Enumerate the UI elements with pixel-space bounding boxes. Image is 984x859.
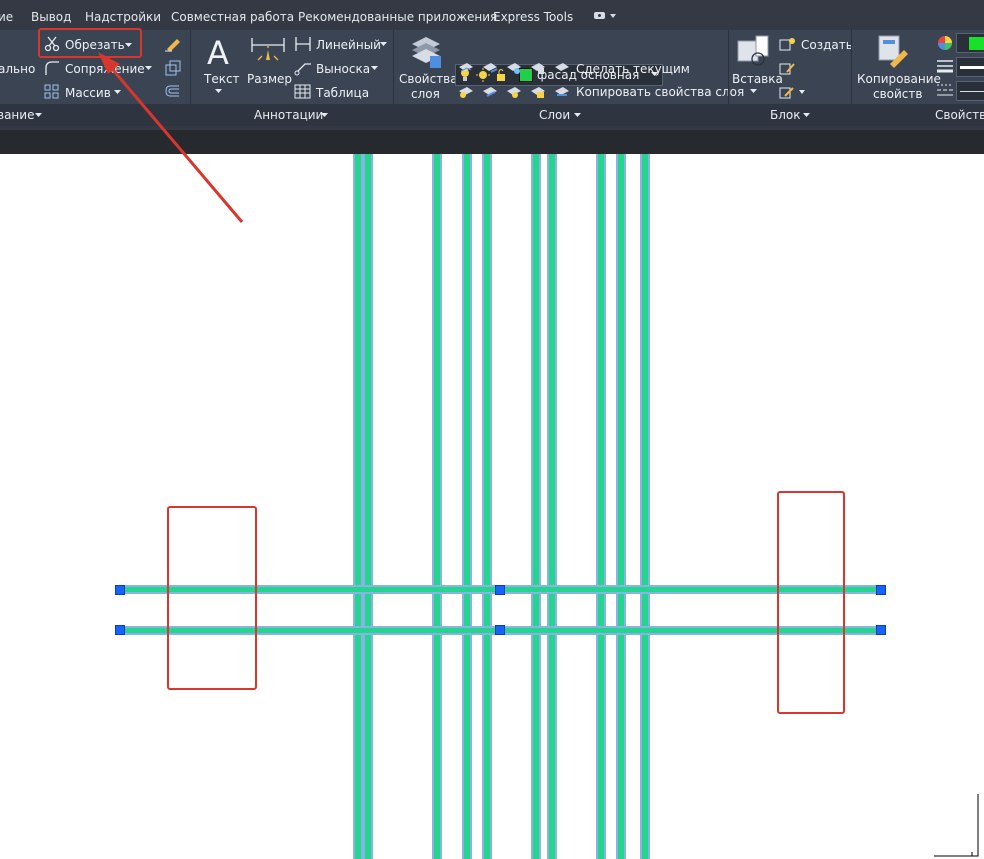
workspace-switch-icon[interactable] [593, 11, 617, 21]
layer-properties-label-1: Свойства [399, 72, 458, 86]
grip-midpoint[interactable] [495, 585, 505, 595]
chevron-down-icon [750, 89, 757, 93]
chevron-down-icon[interactable] [380, 42, 387, 47]
layers-panel-title[interactable]: Слои [539, 108, 570, 122]
linetype-icon [937, 84, 953, 96]
insert-button[interactable]: Вставка [732, 34, 783, 98]
match-properties-icon [878, 35, 908, 68]
block-panel-title[interactable]: Блок [770, 108, 801, 122]
chevron-down-icon[interactable] [371, 66, 378, 71]
linetype-dropdown[interactable] [956, 81, 984, 101]
wall-line-vertical[interactable] [596, 154, 606, 859]
drawing-canvas[interactable] [0, 154, 984, 859]
grip-midpoint[interactable] [495, 625, 505, 635]
create-block-label[interactable]: Создать [801, 38, 853, 52]
grip-endpoint[interactable] [115, 625, 125, 635]
wall-line-vertical[interactable] [616, 154, 626, 859]
grip-endpoint[interactable] [876, 585, 886, 595]
annotation-arrow [98, 52, 244, 223]
match-properties-label-1: Копирование [857, 72, 941, 86]
table-label[interactable]: Таблица [316, 86, 369, 100]
wall-line-vertical[interactable] [353, 154, 363, 859]
dimension-icon [251, 38, 285, 61]
grip-endpoint[interactable] [115, 585, 125, 595]
match-properties-label-2: свойств [873, 87, 923, 101]
wall-line-vertical[interactable] [640, 154, 650, 859]
make-current-label[interactable]: Сделать текущим [576, 62, 690, 76]
linear-label[interactable]: Линейный [316, 38, 381, 52]
modify-partial-label: ально [0, 62, 36, 76]
array-icon [44, 84, 59, 99]
menu-item-addins[interactable]: Надстройки [85, 10, 161, 24]
table-icon [294, 84, 311, 99]
highlight-box-left [167, 506, 257, 690]
linear-dim-icon [295, 37, 311, 51]
lineweight-preview [960, 66, 984, 69]
wall-line-vertical[interactable] [363, 154, 373, 859]
lineweight-icon [937, 60, 953, 73]
properties-color-swatch [969, 37, 984, 50]
create-block-icon [779, 38, 795, 51]
color-dropdown[interactable] [956, 33, 984, 53]
lineweight-dropdown[interactable] [956, 57, 984, 77]
dimension-label: Размер [247, 72, 293, 86]
menu-item-output[interactable]: Вывод [31, 10, 71, 24]
annotation-panel-title[interactable]: Аннотации [254, 108, 323, 122]
chevron-down-icon[interactable] [803, 113, 810, 118]
leader-label[interactable]: Выноска [316, 62, 370, 76]
chevron-down-icon[interactable] [321, 113, 328, 118]
dimension-button[interactable]: Размер [246, 34, 293, 98]
menu-bar: ие Вывод Надстройки Совместная работа Ре… [0, 0, 984, 30]
menu-item-express-tools[interactable]: Express Tools [493, 10, 573, 24]
wall-line-vertical[interactable] [547, 154, 557, 859]
insert-label: Вставка [732, 72, 783, 86]
menu-item-view[interactable]: ие [0, 10, 13, 24]
insert-block-icon [737, 35, 769, 66]
wall-line-vertical[interactable] [482, 154, 492, 859]
chevron-down-icon[interactable] [574, 113, 581, 118]
modify-panel-title[interactable]: вание [0, 108, 34, 122]
ucs-axis-icon [934, 794, 979, 857]
highlight-box-right [777, 491, 845, 714]
copy-layer-props-label[interactable]: Копировать свойства слоя [576, 85, 744, 99]
menu-item-featured-apps[interactable]: Рекомендованные приложения [298, 10, 497, 24]
properties-panel-title[interactable]: Свойства [935, 108, 984, 122]
linetype-preview [960, 91, 984, 92]
leader-icon [294, 63, 311, 76]
layer-properties-icon [412, 37, 441, 68]
menu-item-collaborate[interactable]: Совместная работа [171, 10, 294, 24]
layer-properties-button[interactable]: Свойства слоя [398, 34, 458, 102]
edit-block-icon[interactable] [779, 60, 797, 76]
layer-tools-row1-icons[interactable] [457, 58, 569, 76]
color-wheel-icon[interactable] [936, 34, 954, 52]
grip-endpoint[interactable] [876, 625, 886, 635]
layer-tools-row2-icons[interactable] [457, 82, 569, 100]
block-attributes-icon[interactable] [779, 84, 807, 100]
layer-properties-label-2: слоя [411, 87, 440, 101]
wall-line-vertical[interactable] [462, 154, 472, 859]
chevron-down-icon[interactable] [35, 113, 42, 118]
wall-line-vertical[interactable] [432, 154, 442, 859]
wall-line-vertical[interactable] [531, 154, 541, 859]
fillet-icon [45, 61, 59, 75]
match-properties-button[interactable]: Копирование свойств [856, 34, 941, 102]
